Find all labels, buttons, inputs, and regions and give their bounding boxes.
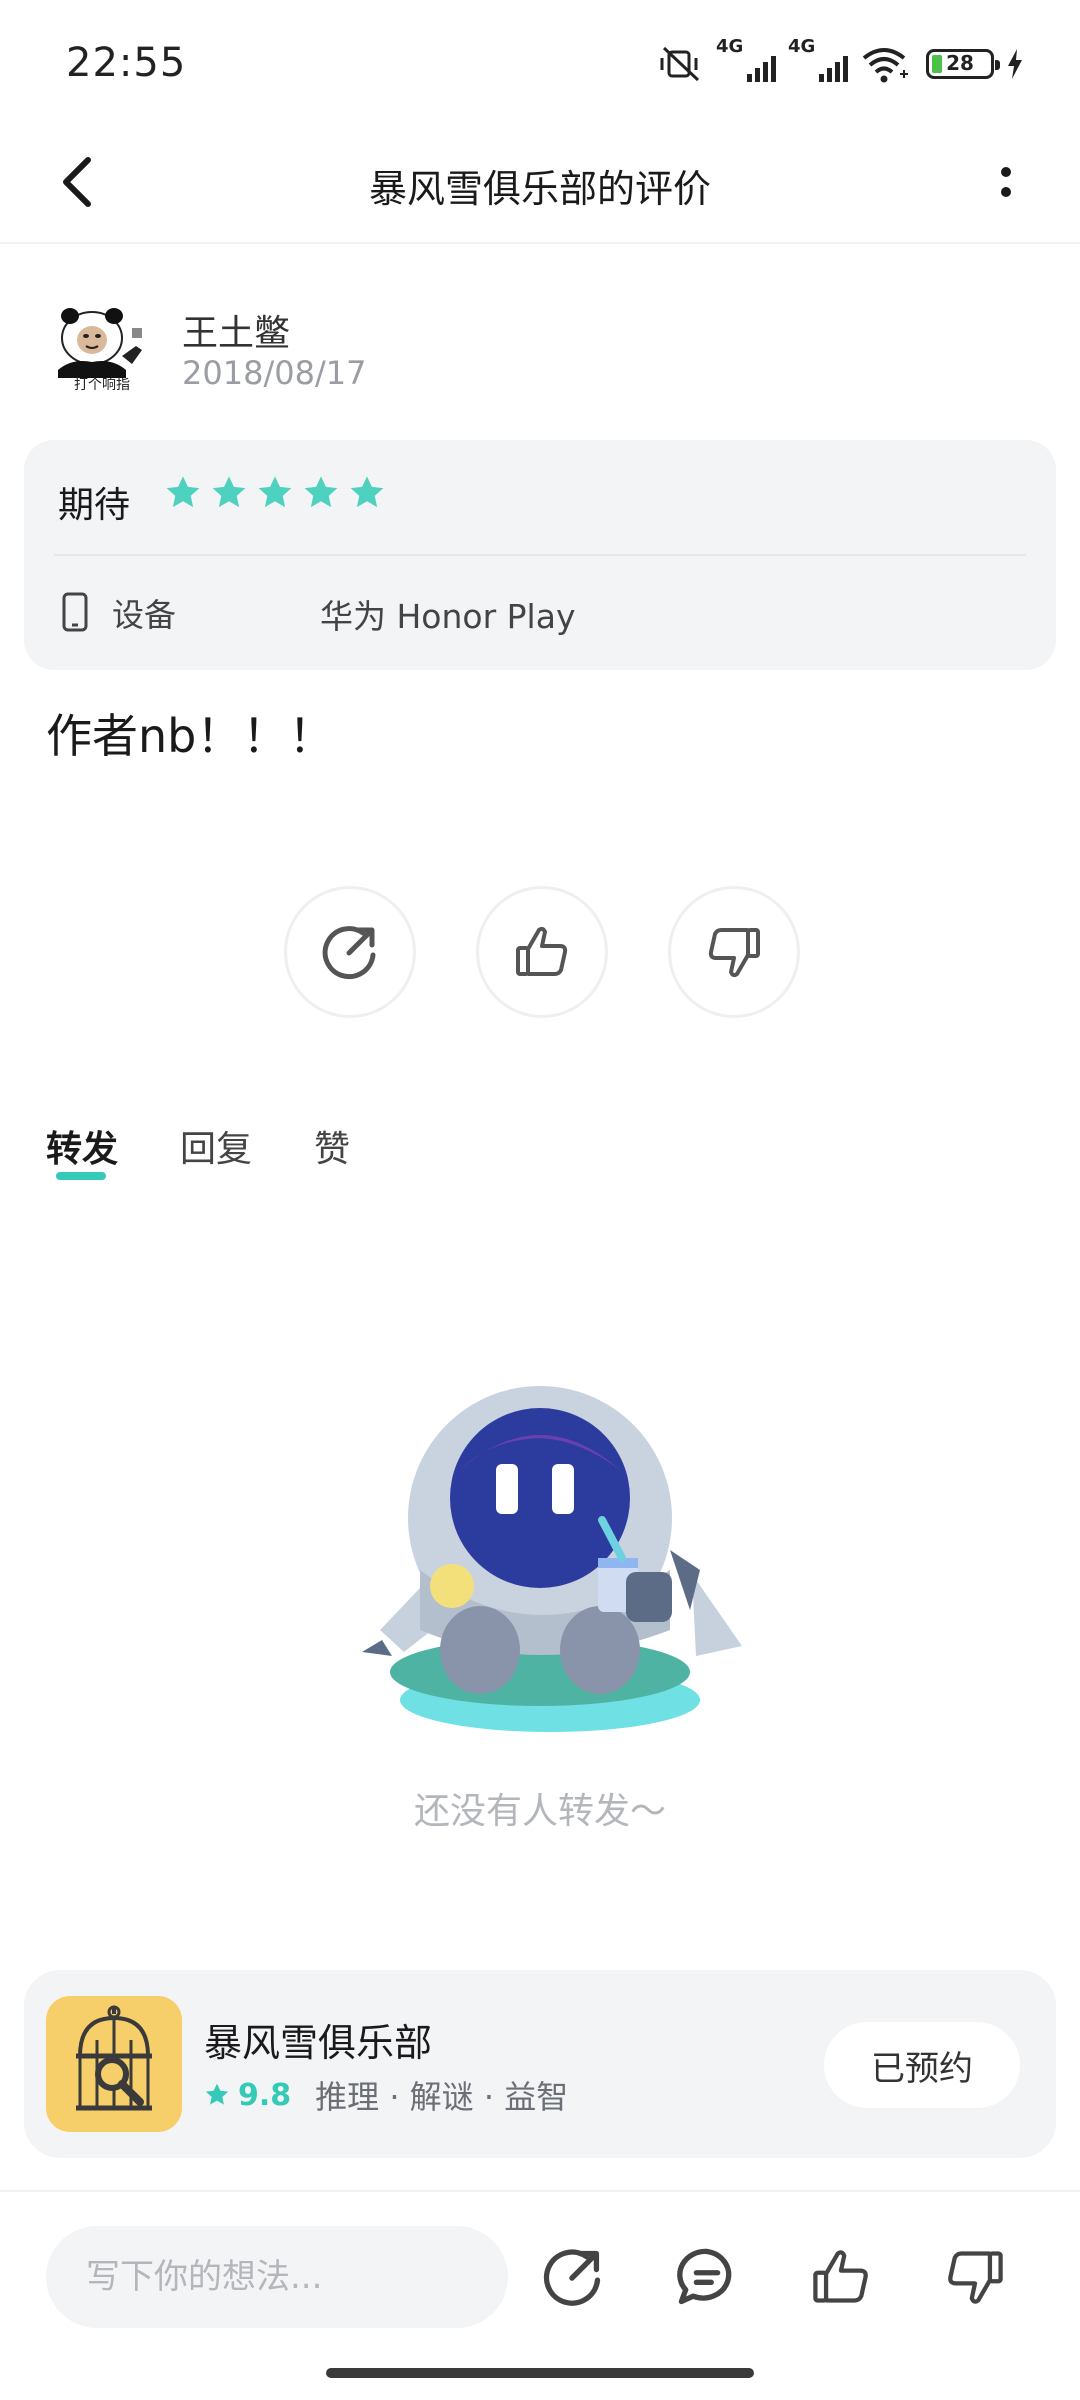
tab-like[interactable]: 赞 xyxy=(314,1120,350,1172)
tab-reply[interactable]: 回复 xyxy=(180,1120,252,1172)
game-tags: 推理 · 解谜 · 益智 xyxy=(315,2078,569,2116)
phone-device-icon xyxy=(62,592,88,632)
thumbs-down-icon xyxy=(948,2251,1003,2304)
star-icon xyxy=(350,476,384,508)
tab-share[interactable]: 转发 xyxy=(46,1120,118,1172)
star-icon xyxy=(304,476,338,508)
rating-stars xyxy=(164,474,386,512)
title-bar: 暴风雪俱乐部的评价 xyxy=(0,120,1080,244)
status-icons: 4G 4G 28 xyxy=(658,36,1024,86)
bottom-like-button[interactable] xyxy=(798,2234,884,2320)
star-icon xyxy=(166,476,200,508)
star-icon xyxy=(205,2083,229,2105)
game-icon[interactable] xyxy=(46,1996,182,2132)
battery-indicator: 28 xyxy=(926,49,1000,79)
device-value: 华为 Honor Play xyxy=(320,597,576,636)
game-card[interactable]: 暴风雪俱乐部 9.8 推理 · 解谜 · 益智 已预约 xyxy=(24,1970,1056,2158)
bottom-share-button[interactable] xyxy=(530,2234,616,2320)
page-title: 暴风雪俱乐部的评价 xyxy=(368,167,711,211)
more-options-button[interactable] xyxy=(968,144,1044,220)
game-rating: 9.8 xyxy=(238,2077,292,2113)
wifi-icon xyxy=(862,48,908,83)
review-actions xyxy=(284,886,804,1026)
review-author: 打个响指 王土鳖 2018/08/17 xyxy=(48,300,1032,400)
thumbs-up-icon xyxy=(516,926,568,976)
review-text: 作者nb！！！ xyxy=(46,709,335,763)
thumbs-up-icon xyxy=(813,2250,868,2303)
mobile-signal-2: 4G xyxy=(788,36,848,86)
rating-card: 期待 设备 华为 Honor Play xyxy=(24,440,1056,670)
comment-icon xyxy=(677,2248,732,2305)
active-tab-indicator xyxy=(56,1172,106,1180)
empty-robot-illustration xyxy=(362,1386,742,1732)
rating-label: 期待 xyxy=(58,485,131,526)
review-detail-page: 22:55 4G 4G 28 暴风雪俱乐部的评价 打个响指 王土鳖 2018/0… xyxy=(0,0,1080,2400)
birdcage-magnifier-icon xyxy=(76,2005,152,2111)
star-icon xyxy=(212,476,246,508)
bottom-comment-button[interactable] xyxy=(664,2234,750,2320)
review-date: 2018/08/17 xyxy=(182,354,367,392)
battery-level: 28 xyxy=(946,51,974,75)
avatar-caption: 打个响指 xyxy=(74,377,130,393)
game-name[interactable]: 暴风雪俱乐部 xyxy=(204,2012,432,2067)
more-vertical-icon xyxy=(1001,167,1011,197)
mobile-signal-1: 4G xyxy=(716,36,776,86)
comment-input[interactable] xyxy=(46,2226,508,2328)
status-bar: 22:55 4G 4G 28 xyxy=(0,0,1080,120)
device-label: 设备 xyxy=(112,596,177,634)
share-icon xyxy=(543,2249,601,2306)
author-name[interactable]: 王土鳖 xyxy=(182,304,290,356)
like-button[interactable] xyxy=(476,886,608,1018)
star-icon xyxy=(258,476,292,508)
status-time: 22:55 xyxy=(66,40,187,86)
avatar[interactable]: 打个响指 xyxy=(48,300,156,396)
charging-icon xyxy=(1008,49,1022,79)
dislike-button[interactable] xyxy=(668,886,800,1018)
home-indicator[interactable] xyxy=(326,2368,754,2378)
game-meta: 9.8 推理 · 解谜 · 益智 xyxy=(204,2072,568,2118)
vibrate-off-icon xyxy=(660,46,700,82)
empty-state-text: 还没有人转发～ xyxy=(413,1791,666,1832)
share-button[interactable] xyxy=(284,886,416,1018)
card-divider xyxy=(54,554,1026,556)
share-icon xyxy=(322,926,376,980)
bottom-dislike-button[interactable] xyxy=(932,2234,1018,2320)
thumbs-down-icon xyxy=(708,928,760,978)
reserved-button[interactable]: 已预约 xyxy=(824,2022,1020,2108)
